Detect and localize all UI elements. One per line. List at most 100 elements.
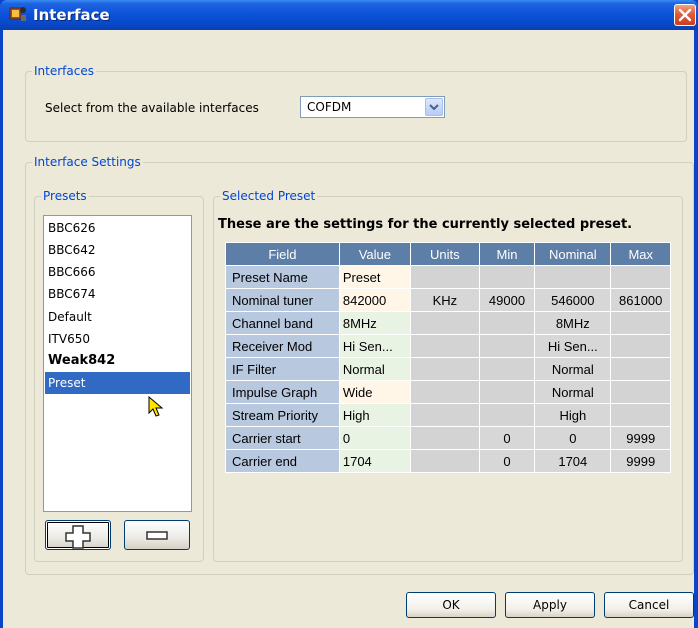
list-item[interactable]: BBC666 <box>45 261 190 283</box>
plus-icon <box>65 525 91 549</box>
cell-nominal: Normal <box>534 380 612 404</box>
cell-value[interactable]: Wide <box>338 380 411 404</box>
cell-min: 0 <box>478 426 536 450</box>
cell-field: Receiver Mod <box>225 334 340 358</box>
table-row[interactable]: Nominal tuner 842000 KHz 49000 546000 861000 <box>225 288 671 312</box>
table-row[interactable]: Stream Priority High High <box>225 403 671 427</box>
cell-value[interactable]: Normal <box>338 357 411 381</box>
cell-value[interactable]: 0 <box>338 426 411 450</box>
app-icon <box>9 7 26 21</box>
close-icon <box>678 8 692 22</box>
cell-nominal: 546000 <box>534 288 612 312</box>
list-item[interactable]: Weak842 <box>45 350 190 372</box>
cell-value[interactable]: 1704 <box>338 449 411 473</box>
cell-value[interactable]: 842000 <box>338 288 411 312</box>
cell-max <box>610 380 671 404</box>
cell-nominal: Normal <box>534 357 612 381</box>
cell-max <box>610 357 671 381</box>
interface-dropdown[interactable]: COFDM <box>300 96 445 118</box>
interface-select-label: Select from the available interfaces <box>45 101 259 115</box>
table-row[interactable]: Impulse Graph Wide Normal <box>225 380 671 404</box>
cell-min <box>478 403 536 427</box>
cell-field: Stream Priority <box>225 403 340 427</box>
cell-field: IF Filter <box>225 357 340 381</box>
cell-value[interactable]: Preset <box>338 265 411 289</box>
add-preset-button[interactable] <box>45 520 111 550</box>
cell-field: Preset Name <box>225 265 340 289</box>
cell-min <box>478 311 536 335</box>
list-item-selected[interactable]: Preset <box>45 372 190 417</box>
preset-settings-table[interactable]: Field Value Units Min Nominal Max Preset… <box>225 242 671 473</box>
cell-units <box>409 334 480 358</box>
window-title: Interface <box>33 6 110 24</box>
cell-min <box>478 334 536 358</box>
table-row[interactable]: Carrier end 1704 0 1704 9999 <box>225 449 671 473</box>
cell-min: 49000 <box>478 288 536 312</box>
list-item[interactable]: Default <box>45 306 190 328</box>
cell-max <box>610 403 671 427</box>
cell-units: KHz <box>409 288 480 312</box>
cell-nominal: 8MHz <box>534 311 612 335</box>
column-header[interactable]: Max <box>610 242 671 266</box>
column-header[interactable]: Field <box>225 242 340 266</box>
list-item-label: Preset <box>48 376 86 390</box>
cell-max <box>610 334 671 358</box>
cell-min <box>478 380 536 404</box>
column-header[interactable]: Units <box>409 242 480 266</box>
interface-dropdown-value: COFDM <box>307 100 352 114</box>
cell-units <box>409 265 480 289</box>
cell-field: Impulse Graph <box>225 380 340 404</box>
cell-field: Nominal tuner <box>225 288 340 312</box>
column-header[interactable]: Min <box>478 242 536 266</box>
cell-nominal: High <box>534 403 612 427</box>
mouse-pointer-icon <box>148 396 164 417</box>
cell-units <box>409 403 480 427</box>
table-row[interactable]: Carrier start 0 0 0 9999 <box>225 426 671 450</box>
remove-preset-button[interactable] <box>124 520 190 550</box>
chevron-down-icon <box>429 104 439 111</box>
cell-units <box>409 380 480 404</box>
settings-caption: These are the settings for the currently… <box>218 217 633 232</box>
cell-field: Carrier start <box>225 426 340 450</box>
cell-min <box>478 357 536 381</box>
cell-nominal: 1704 <box>534 449 612 473</box>
cell-max: 9999 <box>610 426 671 450</box>
cell-field: Channel band <box>225 311 340 335</box>
title-bar[interactable]: Interface <box>0 0 698 30</box>
cell-nominal: 0 <box>534 426 612 450</box>
interface-dialog: Interface Interfaces Select from the ava… <box>0 0 698 628</box>
cell-min: 0 <box>478 449 536 473</box>
table-row[interactable]: Channel band 8MHz 8MHz <box>225 311 671 335</box>
cell-max: 9999 <box>610 449 671 473</box>
cell-nominal: Hi Sen... <box>534 334 612 358</box>
cell-value[interactable]: High <box>338 403 411 427</box>
cancel-button[interactable]: Cancel <box>604 592 694 618</box>
cell-units <box>409 311 480 335</box>
ok-button[interactable]: OK <box>406 592 496 618</box>
table-row[interactable]: IF Filter Normal Normal <box>225 357 671 381</box>
table-row[interactable]: Receiver Mod Hi Sen... Hi Sen... <box>225 334 671 358</box>
list-item[interactable]: BBC626 <box>45 217 190 239</box>
list-item[interactable]: BBC642 <box>45 239 190 261</box>
column-header[interactable]: Nominal <box>534 242 612 266</box>
preset-list[interactable]: BBC626 BBC642 BBC666 BBC674 Default ITV6… <box>43 215 192 512</box>
column-header[interactable]: Value <box>338 242 411 266</box>
close-button[interactable] <box>674 4 696 26</box>
presets-legend: Presets <box>43 189 87 203</box>
list-item[interactable]: BBC674 <box>45 283 190 305</box>
table-header-row: Field Value Units Min Nominal Max <box>225 242 671 266</box>
cell-value[interactable]: Hi Sen... <box>338 334 411 358</box>
apply-button[interactable]: Apply <box>505 592 595 618</box>
cell-max: 861000 <box>610 288 671 312</box>
cell-units <box>409 357 480 381</box>
cell-max <box>610 311 671 335</box>
cell-min <box>478 265 536 289</box>
interfaces-legend: Interfaces <box>34 64 94 78</box>
table-row[interactable]: Preset Name Preset <box>225 265 671 289</box>
cell-nominal <box>534 265 612 289</box>
cell-units <box>409 426 480 450</box>
cell-value[interactable]: 8MHz <box>338 311 411 335</box>
dropdown-button[interactable] <box>425 98 443 116</box>
minus-icon <box>146 531 168 540</box>
list-item[interactable]: ITV650 <box>45 328 190 350</box>
